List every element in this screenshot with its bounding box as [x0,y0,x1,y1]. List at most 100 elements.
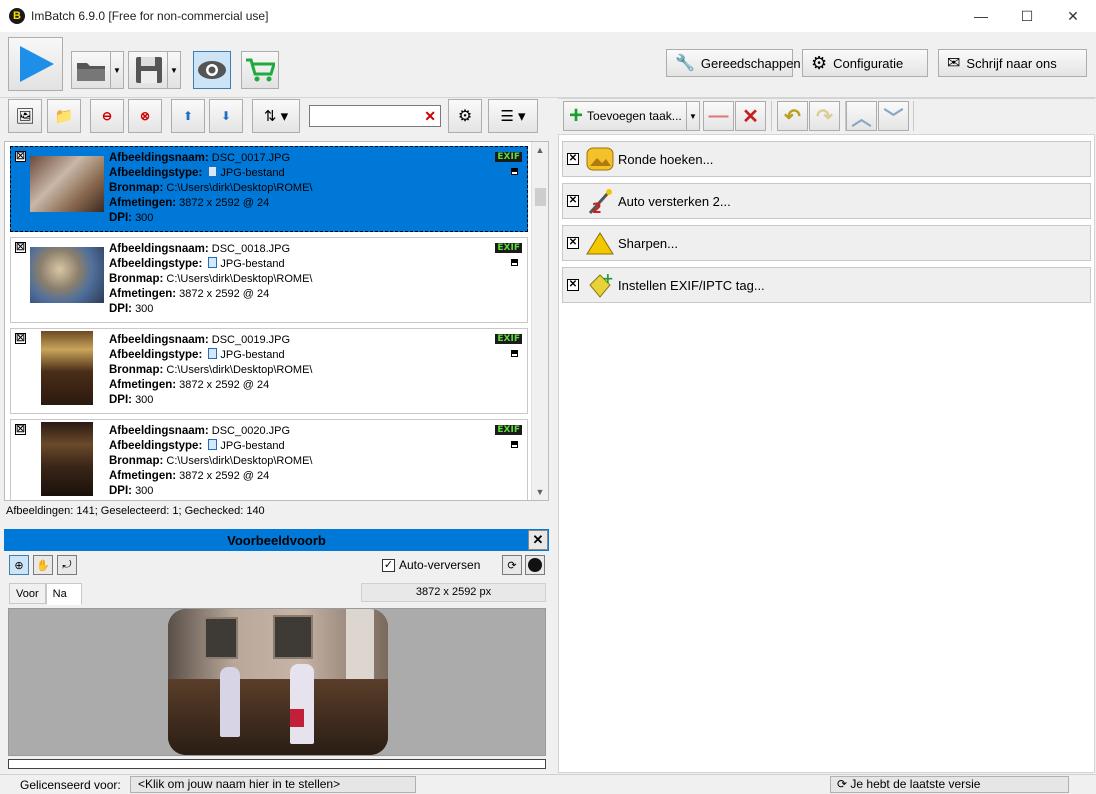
scrollbar-thumb[interactable] [535,188,546,206]
maximize-button[interactable]: ☐ [1004,0,1050,32]
rounded-corners-icon [585,145,615,173]
tab-after[interactable]: Na [45,583,82,605]
window-small-icon [511,168,518,175]
tab-before[interactable]: Voor [9,583,46,604]
image-thumbnail [30,240,104,314]
task-checkbox[interactable]: ✕ [567,237,579,249]
pan-button[interactable]: ✋ [33,555,53,575]
task-checkbox[interactable]: ✕ [567,279,579,291]
image-thumbnail [30,149,104,223]
tag-add-icon: + [585,271,615,299]
minimize-button[interactable]: — [958,0,1004,32]
scroll-up-icon[interactable]: ▲ [532,142,548,158]
add-folder-icon: 📁 [54,108,74,125]
image-list-scrollbar[interactable]: ▲ ▼ [531,142,548,500]
auto-refresh-box[interactable]: ✓ [382,558,395,572]
image-count-status: Afbeeldingen: 141; Geselecteerd: 1; Gech… [6,505,265,517]
image-thumbnail [30,422,104,496]
refresh-button[interactable]: ⟳ [502,555,522,575]
save-disk-icon [135,57,162,83]
gear-icon: ⚙ [811,52,828,73]
image-checkbox[interactable]: ☒ [15,151,26,162]
move-down-image-button[interactable]: ⬇ [209,99,243,133]
arrow-up-icon: ⬆ [182,109,194,123]
preview-canvas[interactable] [8,608,546,756]
clear-images-button[interactable]: ⊗ [128,99,162,133]
sort-button[interactable]: ⇅ ▾ [252,99,300,133]
refresh-icon: ⟳ [837,777,848,791]
hand-icon: ✋ [36,559,50,572]
move-task-up-button[interactable]: ︿ [846,101,877,131]
configuration-button[interactable]: ⚙ Configuratie [802,49,928,77]
remove-image-button[interactable]: ⊖ [90,99,124,133]
contact-label: Schrijf naar ons [966,55,1057,71]
auto-refresh-checkbox[interactable]: ✓ Auto-verversen [382,558,480,572]
plus-icon: + [569,102,584,129]
licensed-name-field[interactable]: <Klik om jouw naam hier in te stellen> [130,776,416,793]
app-logo-icon: B [9,8,25,24]
image-checkbox[interactable]: ☒ [15,424,26,435]
task-label: Auto versterken 2... [618,193,731,209]
fit-button[interactable]: ⤾ [57,555,77,575]
jpg-file-icon [208,348,218,359]
add-task-dropdown-arrow[interactable]: ▼ [686,102,699,130]
image-name: DSC_0017.JPG [211,152,291,164]
sort-icon: ⇅ ▾ [263,108,289,125]
task-label: Ronde hoeken... [618,151,714,167]
tools-button[interactable]: 🔧 Gereedschappen▼ [666,49,810,77]
task-toolbar: + Toevoegen taak... ▼ — ✕ ↶ ↷ ︿ ﹀ [558,99,1095,135]
task-item[interactable]: ✕ Ronde hoeken... [562,141,1091,177]
add-images-button[interactable]: 🖼 [8,99,42,133]
magic-wand-icon: 2 [585,187,615,215]
image-list-item[interactable]: ☒ Afbeeldingsnaam: DSC_0020.JPG Afbeeldi… [10,419,528,500]
buy-cart-button[interactable] [241,51,279,89]
task-checkbox[interactable]: ✕ [567,195,579,207]
jpg-file-icon [208,257,218,268]
zoom-button[interactable]: ⊕ [9,555,29,575]
eye-icon [198,61,226,79]
preview-close-button[interactable]: ✕ [528,530,548,550]
black-circle-icon [528,558,542,572]
background-color-button[interactable] [525,555,545,575]
window-title: ImBatch 6.9.0 [Free for non-commercial u… [31,9,269,23]
redo-button[interactable]: ↷ [809,101,840,131]
preview-title: Voorbeeldvoorb [227,532,326,548]
image-list-item[interactable]: ☒ Afbeeldingsnaam: DSC_0017.JPG Afbeeldi… [10,146,528,232]
preview-toggle-button[interactable] [193,51,231,89]
contact-button[interactable]: ✉ Schrijf naar ons [938,49,1087,77]
preview-header: Voorbeeldvoorb ✕ [4,529,549,551]
remove-task-button[interactable]: — [703,101,734,131]
image-list-item[interactable]: ☒ Afbeeldingsnaam: DSC_0018.JPG Afbeeldi… [10,237,528,323]
move-up-image-button[interactable]: ⬆ [171,99,205,133]
delete-task-button[interactable]: ✕ [735,101,766,131]
add-folder-button[interactable]: 📁 [47,99,81,133]
exif-badge: EXIF [495,243,522,253]
clear-search-icon[interactable]: ✕ [424,108,436,125]
open-folder-button[interactable]: ▼ [71,51,124,89]
close-button[interactable]: ✕ [1050,0,1096,32]
image-settings-button[interactable]: ⚙ [448,99,482,133]
image-name: DSC_0020.JPG [211,425,291,437]
undo-button[interactable]: ↶ [777,101,808,131]
save-button[interactable]: ▼ [128,51,181,89]
search-input[interactable]: ✕ [309,105,441,127]
image-list-item[interactable]: ☒ Afbeeldingsnaam: DSC_0019.JPG Afbeeldi… [10,328,528,414]
task-item[interactable]: ✕ + Instellen EXIF/IPTC tag... [562,267,1091,303]
task-checkbox[interactable]: ✕ [567,153,579,165]
image-checkbox[interactable]: ☒ [15,333,26,344]
scroll-down-icon[interactable]: ▼ [532,484,548,500]
preview-dimensions: 3872 x 2592 px [361,583,546,602]
open-dropdown-arrow[interactable]: ▼ [110,52,123,88]
move-task-down-button[interactable]: ﹀ [878,101,909,131]
image-checkbox[interactable]: ☒ [15,242,26,253]
run-batch-button[interactable] [8,37,63,91]
task-item[interactable]: ✕ Sharpen... [562,225,1091,261]
view-mode-button[interactable]: ☰ ▾ [488,99,538,133]
refresh-icon: ⟳ [507,559,517,572]
fit-window-icon: ⤾ [62,558,72,571]
task-item[interactable]: ✕ 2 Auto versterken 2... [562,183,1091,219]
image-list[interactable]: ☒ Afbeeldingsnaam: DSC_0017.JPG Afbeeldi… [4,141,549,501]
save-dropdown-arrow[interactable]: ▼ [167,52,180,88]
version-status[interactable]: ⟳ Je hebt de laatste versie [830,776,1069,793]
add-task-button[interactable]: + Toevoegen taak... ▼ [563,101,700,131]
